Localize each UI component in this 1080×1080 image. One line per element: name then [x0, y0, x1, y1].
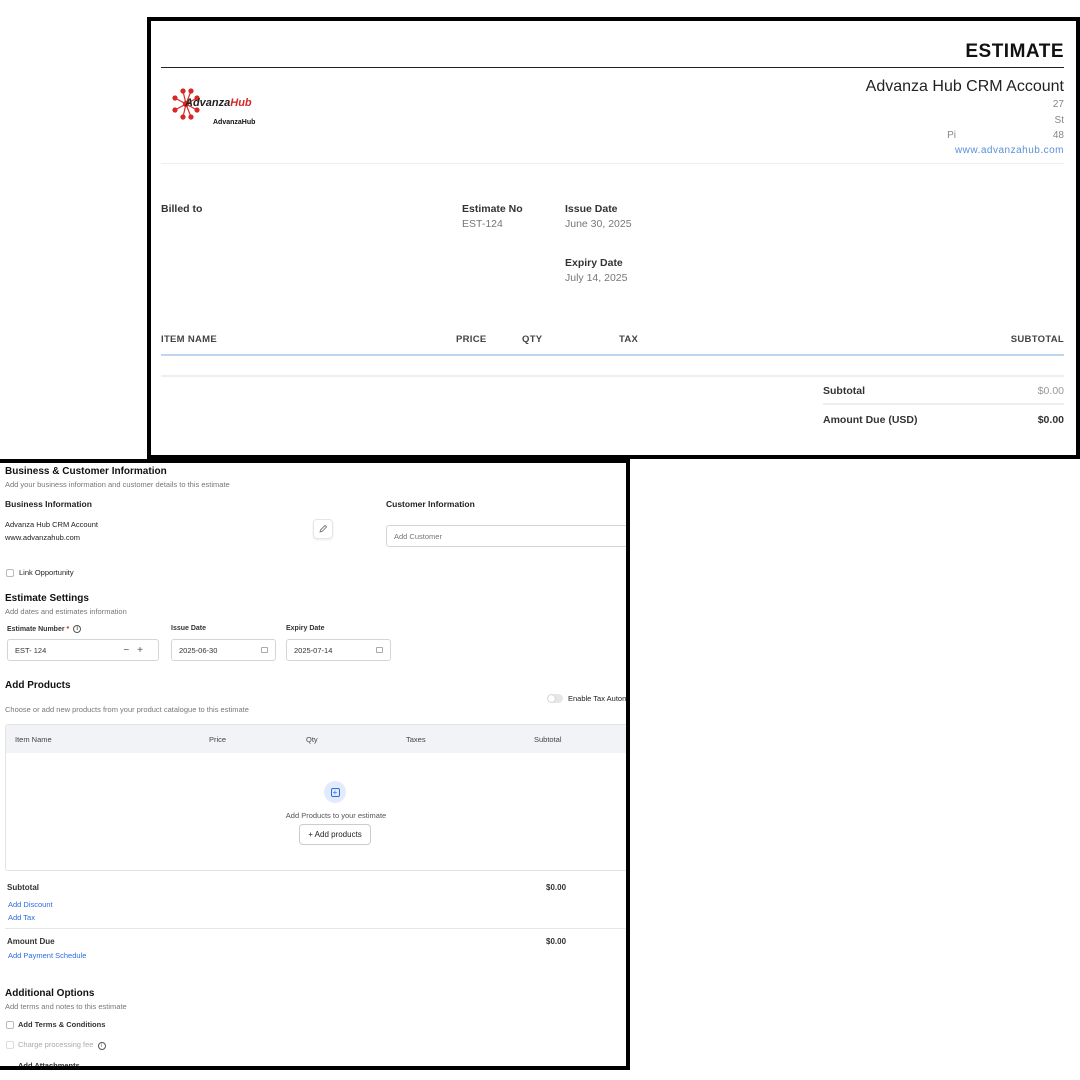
issue-date-value: June 30, 2025 [565, 218, 632, 230]
header-subtotal: Subtotal [534, 735, 562, 744]
business-website: www.advanzahub.com [5, 533, 81, 542]
expiry-date-label: Expiry Date [286, 625, 325, 632]
link-opportunity-checkbox[interactable] [6, 569, 14, 577]
add-discount-link[interactable]: Add Discount [8, 900, 53, 909]
business-customer-title: Business & Customer Information [5, 466, 167, 477]
expiry-date-value: 2025-07-14 [294, 645, 333, 655]
address-line: Pi [947, 130, 956, 141]
add-products-subtitle: Choose or add new products from your pro… [5, 705, 249, 714]
terms-checkbox[interactable] [6, 1021, 14, 1029]
address-line: 27 [1052, 99, 1064, 110]
address-line: 48 [1052, 130, 1064, 141]
table-header-line [161, 354, 1064, 356]
totals-divider [5, 928, 626, 929]
add-products-button[interactable]: + Add products [299, 824, 371, 845]
plus-icon[interactable]: + [137, 645, 151, 656]
estimate-no-label: Estimate No [462, 203, 523, 215]
issue-date-label: Issue Date [171, 625, 207, 632]
company-name: Advanza Hub CRM Account [865, 78, 1064, 95]
subtotal-value: $0.00 [546, 883, 567, 892]
terms-label: Add Terms & Conditions [18, 1020, 106, 1029]
amount-due-label: Amount Due [7, 937, 55, 946]
header-qty: Qty [306, 735, 318, 744]
estimate-editor: Business & Customer Information Add your… [0, 459, 630, 1070]
subtotal-label: Subtotal [823, 385, 865, 397]
processing-fee-checkbox[interactable] [6, 1041, 14, 1049]
minus-icon[interactable]: − [123, 645, 137, 656]
estimate-no-value: EST-124 [462, 218, 503, 230]
logo-text-advanza: Advanza [185, 97, 231, 109]
amount-due-value: $0.00 [1037, 414, 1064, 426]
add-payment-schedule-link[interactable]: Add Payment Schedule [8, 951, 86, 960]
column-subtotal: SUBTOTAL [1010, 334, 1064, 345]
expiry-date-value: July 14, 2025 [565, 272, 628, 284]
additional-options-subtitle: Add terms and notes to this estimate [5, 1002, 127, 1011]
title-divider [161, 67, 1064, 68]
empty-products-text: Add Products to your estimate [285, 811, 387, 820]
issue-date-input[interactable]: 2025-06-30 [171, 639, 276, 661]
tax-automation-label: Enable Tax Autom [568, 694, 629, 703]
column-item-name: ITEM NAME [161, 334, 218, 345]
totals-divider [823, 403, 1064, 405]
toggle-knob [548, 695, 555, 702]
add-products-title: Add Products [5, 680, 71, 691]
business-info-label: Business Information [5, 499, 92, 509]
estimate-number-input[interactable]: EST- 124 −+ [7, 639, 159, 661]
subtotal-value: $0.00 [1037, 385, 1064, 397]
add-tax-link[interactable]: Add Tax [8, 913, 35, 922]
calendar-icon [376, 647, 383, 653]
add-product-icon: + [324, 781, 346, 803]
estimate-preview: ESTIMATE AdvanzaHub AdvanzaHub Advanza H… [147, 17, 1080, 459]
expiry-date-input[interactable]: 2025-07-14 [286, 639, 391, 661]
estimate-number-value: EST- 124 [15, 645, 47, 655]
issue-date-value: 2025-06-30 [179, 645, 218, 655]
estimate-number-label: Estimate Number [7, 625, 65, 633]
products-table-header: Item Name Price Qty Taxes Subtotal [6, 725, 626, 753]
header-divider [161, 163, 1064, 164]
customer-input[interactable]: Add Customer [386, 525, 626, 547]
calendar-icon [261, 647, 268, 653]
estimate-settings-subtitle: Add dates and estimates information [5, 607, 127, 616]
additional-options-title: Additional Options [5, 988, 95, 999]
billed-to-label: Billed to [161, 203, 203, 215]
info-icon[interactable]: i [73, 625, 82, 633]
link-opportunity-label: Link Opportunity [19, 568, 74, 577]
business-name: Advanza Hub CRM Account [5, 520, 98, 529]
amount-due-value: $0.00 [546, 937, 567, 946]
business-customer-subtitle: Add your business information and custom… [5, 480, 230, 489]
expiry-date-label: Expiry Date [565, 257, 623, 269]
customer-info-label: Customer Information [386, 499, 475, 509]
tax-automation-toggle[interactable] [547, 694, 563, 703]
attachments-label: Add Attachments [18, 1061, 80, 1070]
estimate-settings-title: Estimate Settings [5, 593, 89, 604]
issue-date-label: Issue Date [565, 203, 618, 215]
required-mark: * [66, 625, 70, 633]
company-logo: AdvanzaHub [171, 84, 271, 134]
address-line: St [1054, 115, 1064, 126]
header-price: Price [209, 735, 227, 744]
logo-text-hub: Hub [230, 97, 252, 109]
header-taxes: Taxes [406, 735, 426, 744]
estimate-title: ESTIMATE [965, 41, 1064, 62]
table-body-line [161, 375, 1064, 377]
column-tax: TAX [619, 334, 639, 345]
amount-due-label: Amount Due (USD) [823, 414, 918, 426]
processing-fee-label: Charge processing fee [18, 1040, 94, 1049]
info-icon[interactable]: i [97, 1042, 106, 1050]
products-table: Item Name Price Qty Taxes Subtotal + Add… [5, 724, 626, 871]
customer-placeholder: Add Customer [394, 531, 442, 541]
subtotal-label: Subtotal [7, 883, 39, 892]
pencil-icon [319, 524, 328, 533]
header-item-name: Item Name [15, 735, 52, 744]
company-website: www.advanzahub.com [954, 145, 1064, 156]
logo-caption: AdvanzaHub [213, 119, 256, 126]
edit-business-button[interactable] [313, 519, 333, 539]
column-qty: QTY [522, 334, 543, 345]
column-price: PRICE [456, 334, 487, 345]
